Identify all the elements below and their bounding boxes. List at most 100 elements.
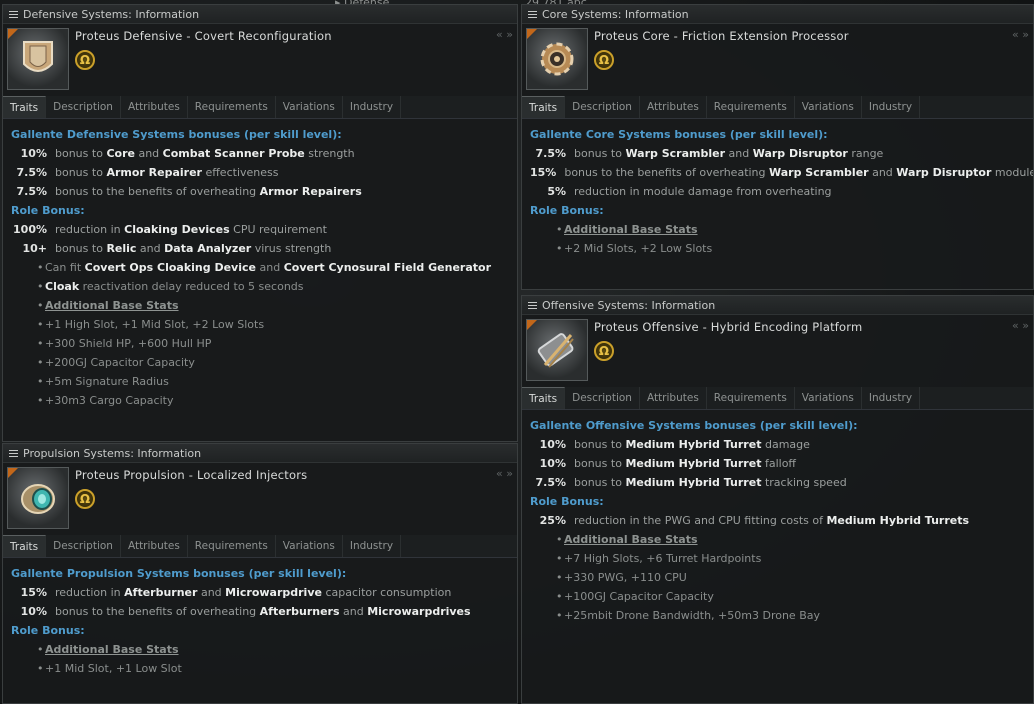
tab-traits[interactable]: Traits [522,387,566,409]
menu-icon[interactable] [528,300,537,311]
tech3-corner-icon [8,468,18,478]
item-thumbnail[interactable] [7,28,69,90]
item-thumbnail[interactable] [526,28,588,90]
tab-variations[interactable]: Variations [795,96,862,118]
offensive-subsystem-icon [537,333,574,368]
tab-attributes[interactable]: Attributes [121,96,188,118]
tab-description[interactable]: Description [46,96,121,118]
defensive-info-window: Defensive Systems: Information Proteus D… [2,4,518,442]
stat-line: +330 PWG, +110 CPU [530,568,1025,587]
tab-attributes[interactable]: Attributes [640,387,707,409]
tab-industry[interactable]: Industry [343,96,402,118]
tab-attributes[interactable]: Attributes [121,535,188,557]
stat-line: +25mbit Drone Bandwidth, +50m3 Drone Bay [530,606,1025,625]
item-name: Proteus Propulsion - Localized Injectors [75,468,308,482]
role-row: 25% reduction in the PWG and CPU fitting … [539,514,970,527]
bonus-row: 7.5% bonus to Warp Scrambler and Warp Dis… [535,147,884,160]
tab-industry[interactable]: Industry [343,535,402,557]
tab-traits[interactable]: Traits [522,96,566,118]
bonus-row: 5% reduction in module damage from overhe… [547,185,832,198]
tab-requirements[interactable]: Requirements [188,96,276,118]
skill-bonus-header: Gallente Core Systems bonuses (per skill… [530,128,828,141]
tab-traits[interactable]: Traits [3,96,47,118]
history-arrows[interactable]: « » [496,28,513,41]
bonus-row: 10% bonus to Medium Hybrid Turret damage [539,438,810,451]
tab-requirements[interactable]: Requirements [707,96,795,118]
stat-line: +300 Shield HP, +600 Hull HP [11,334,509,353]
tab-bar: Traits Description Attributes Requiremen… [522,96,1033,119]
tab-variations[interactable]: Variations [276,96,343,118]
core-subsystem-icon [540,42,574,76]
stat-line: +7 High Slots, +6 Turret Hardpoints [530,549,1025,568]
window-titlebar[interactable]: Propulsion Systems: Information [3,444,517,463]
stat-line: +200GJ Capacitor Capacity [11,353,509,372]
tab-variations[interactable]: Variations [795,387,862,409]
skill-bonus-header: Gallente Defensive Systems bonuses (per … [11,128,342,141]
stat-line: +1 Mid Slot, +1 Low Slot [11,659,509,678]
additional-stats-link[interactable]: Additional Base Stats [11,640,509,659]
bonus-row: 15% bonus to the benefits of overheating … [530,166,1033,179]
tab-variations[interactable]: Variations [276,535,343,557]
window-titlebar[interactable]: Defensive Systems: Information [3,5,517,24]
skill-bonus-header: Gallente Propulsion Systems bonuses (per… [11,567,347,580]
tab-bar: Traits Description Attributes Requiremen… [522,387,1033,410]
additional-stats-link[interactable]: Additional Base Stats [530,220,1025,239]
history-arrows[interactable]: « » [496,467,513,480]
tab-description[interactable]: Description [46,535,121,557]
item-name: Proteus Core - Friction Extension Proces… [594,29,849,43]
window-title: Core Systems: Information [542,7,689,21]
bonus-row: 7.5% bonus to the benefits of overheating… [16,185,362,198]
window-titlebar[interactable]: Core Systems: Information [522,5,1033,24]
item-thumbnail[interactable] [7,467,69,529]
additional-stats-link[interactable]: Additional Base Stats [530,530,1025,549]
propulsion-info-window: Propulsion Systems: Information Proteus … [2,443,518,704]
role-bonus-header: Role Bonus: [530,495,604,508]
menu-icon[interactable] [9,448,18,459]
tab-traits[interactable]: Traits [3,535,47,557]
tab-attributes[interactable]: Attributes [640,96,707,118]
menu-icon[interactable] [528,9,537,20]
tab-requirements[interactable]: Requirements [707,387,795,409]
menu-icon[interactable] [9,9,18,20]
role-bonus-header: Role Bonus: [11,624,85,637]
omega-icon: Ω [75,50,95,70]
role-bonus-header: Role Bonus: [530,204,604,217]
window-titlebar[interactable]: Offensive Systems: Information [522,296,1033,315]
item-thumbnail[interactable] [526,319,588,381]
tab-description[interactable]: Description [565,96,640,118]
history-arrows[interactable]: « » [1012,28,1029,41]
tech3-corner-icon [527,29,537,39]
role-bonus-header: Role Bonus: [11,204,85,217]
additional-stats-link[interactable]: Additional Base Stats [11,296,509,315]
role-row: 10+ bonus to Relic and Data Analyzer viru… [22,242,332,255]
skill-bonus-header: Gallente Offensive Systems bonuses (per … [530,419,858,432]
item-name: Proteus Defensive - Covert Reconfigurati… [75,29,332,43]
defensive-subsystem-icon [23,41,53,72]
role-row: 100% reduction in Cloaking Devices CPU re… [13,223,327,236]
window-title: Propulsion Systems: Information [23,446,202,460]
bonus-row: 7.5% bonus to Armor Repairer effectivenes… [16,166,279,179]
offensive-info-window: Offensive Systems: Information Proteus O… [521,295,1034,704]
stat-line: +30m3 Cargo Capacity [11,391,509,410]
propulsion-subsystem-icon [21,484,55,514]
bonus-row: 10% bonus to Core and Combat Scanner Prob… [20,147,355,160]
tech3-corner-icon [8,29,18,39]
stat-line: +2 Mid Slots, +2 Low Slots [530,239,1025,258]
history-arrows[interactable]: « » [1012,319,1029,332]
stat-line: +1 High Slot, +1 Mid Slot, +2 Low Slots [11,315,509,334]
tab-requirements[interactable]: Requirements [188,535,276,557]
tech3-corner-icon [527,320,537,330]
omega-icon: Ω [594,50,614,70]
tab-industry[interactable]: Industry [862,387,921,409]
bonus-row: 10% bonus to Medium Hybrid Turret falloff [539,457,796,470]
bonus-row: 10% bonus to the benefits of overheating … [20,605,471,618]
role-bullet: Cloak reactivation delay reduced to 5 se… [11,277,509,296]
tab-industry[interactable]: Industry [862,96,921,118]
tab-description[interactable]: Description [565,387,640,409]
item-name: Proteus Offensive - Hybrid Encoding Plat… [594,320,863,334]
core-info-window: Core Systems: Information Proteus Core -… [521,4,1034,290]
omega-icon: Ω [75,489,95,509]
bonus-row: 7.5% bonus to Medium Hybrid Turret tracki… [535,476,847,489]
tab-bar: Traits Description Attributes Requiremen… [3,96,517,119]
tab-bar: Traits Description Attributes Requiremen… [3,535,517,558]
